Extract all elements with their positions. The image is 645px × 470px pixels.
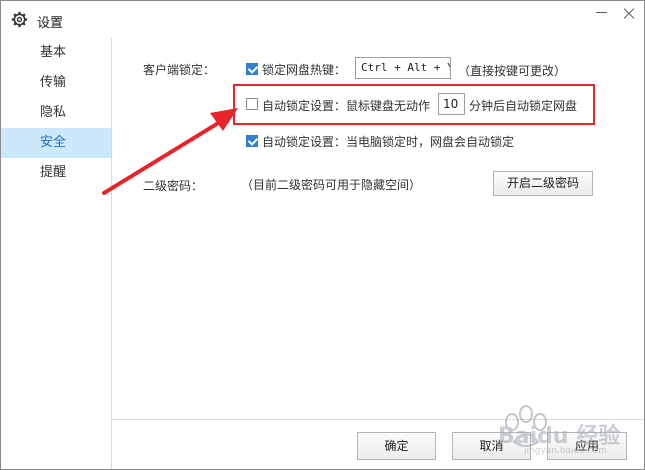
- settings-window: 设置 基本 传输 隐私 安全 提醒 客户端锁定： 锁定网盘热键： Ctrl + …: [0, 0, 645, 470]
- hotkey-checkbox[interactable]: [246, 63, 258, 75]
- client-lock-section-label: 客户端锁定：: [143, 63, 216, 77]
- window-title: 设置: [37, 16, 64, 31]
- sidebar-item-basic[interactable]: 基本: [1, 38, 111, 68]
- sidebar-item-transfer[interactable]: 传输: [1, 68, 111, 98]
- enable-second-password-button[interactable]: 开启二级密码: [493, 171, 593, 196]
- cancel-button[interactable]: 取消: [452, 432, 531, 460]
- title-bar[interactable]: 设置: [1, 1, 644, 38]
- sidebar-item-reminder[interactable]: 提醒: [1, 158, 111, 188]
- minimize-button[interactable]: [589, 3, 615, 23]
- hotkey-input[interactable]: Ctrl + Alt + Y: [355, 57, 451, 79]
- gear-icon: [11, 11, 28, 28]
- footer-divider: [112, 419, 644, 420]
- ok-button[interactable]: 确定: [357, 432, 436, 460]
- settings-sidebar: 基本 传输 隐私 安全 提醒: [1, 38, 112, 469]
- hotkey-hint: （直接按键可更改）: [458, 64, 567, 78]
- annotation-highlight-box: [233, 84, 595, 125]
- pc-lock-checkbox[interactable]: [246, 135, 258, 147]
- sidebar-item-privacy[interactable]: 隐私: [1, 98, 111, 128]
- second-password-hint: （目前二级密码可用于隐藏空间）: [241, 178, 422, 192]
- pc-lock-label: 自动锁定设置：当电脑锁定时，网盘会自动锁定: [262, 135, 515, 149]
- close-button[interactable]: [617, 3, 641, 25]
- apply-button[interactable]: 应用: [547, 432, 627, 460]
- sidebar-item-security[interactable]: 安全: [1, 128, 111, 158]
- second-password-label: 二级密码：: [143, 179, 204, 193]
- hotkey-label: 锁定网盘热键：: [262, 63, 347, 77]
